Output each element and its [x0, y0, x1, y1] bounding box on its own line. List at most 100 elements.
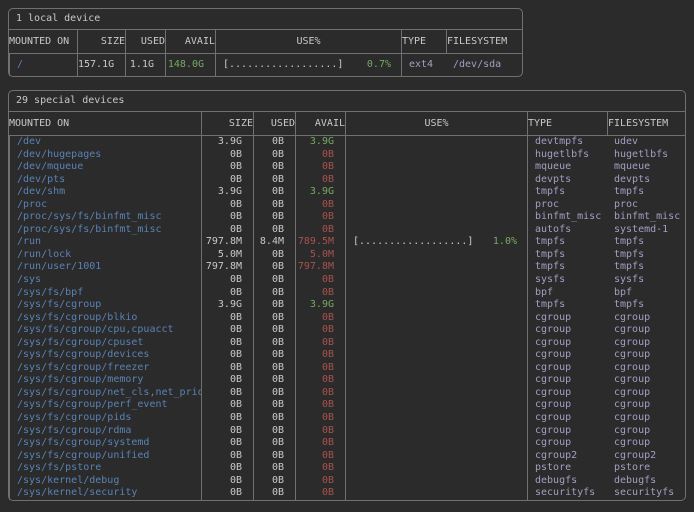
size-value: 0B	[201, 324, 253, 337]
col-header-use-percent: USE%	[345, 112, 527, 135]
filesystem-value: cgroup	[607, 362, 685, 375]
size-value: 0B	[201, 425, 253, 438]
filesystem-value: cgroup2	[607, 450, 685, 463]
type-value: cgroup	[527, 312, 607, 325]
size-value: 797.8M	[201, 261, 253, 274]
mount-path: /proc/sys/fs/binfmt_misc	[9, 211, 201, 224]
col-header-avail: AVAIL	[165, 30, 215, 53]
avail-value: 0B	[295, 211, 345, 224]
used-value: 0B	[253, 224, 295, 237]
local-table-header-row: MOUNTED ON SIZE USED AVAIL USE% TYPE FIL…	[9, 30, 522, 54]
size-value: 3.9G	[201, 136, 253, 149]
mount-path: /dev/shm	[9, 186, 201, 199]
usage-cell	[345, 462, 527, 475]
avail-value: 0B	[295, 274, 345, 287]
type-value: mqueue	[527, 161, 607, 174]
usage-cell	[345, 437, 527, 450]
type-value: devtmpfs	[527, 136, 607, 149]
filesystem-value: cgroup	[607, 399, 685, 412]
type-value: cgroup	[527, 437, 607, 450]
filesystem-value: bpf	[607, 287, 685, 300]
col-header-size: SIZE	[201, 112, 253, 135]
mount-path: /dev/hugepages	[9, 149, 201, 162]
usage-cell	[345, 450, 527, 463]
size-value: 3.9G	[201, 299, 253, 312]
mount-path: /sys/fs/cgroup/net_cls,net_prio	[9, 387, 201, 400]
col-header-filesystem: FILESYSTEM	[607, 112, 685, 135]
usage-cell	[345, 362, 527, 375]
mount-path: /run	[9, 236, 201, 249]
usage-cell	[345, 274, 527, 287]
size-value: 0B	[201, 224, 253, 237]
usage-cell	[345, 174, 527, 187]
mount-path: /sys/fs/bpf	[9, 287, 201, 300]
filesystem-value: debugfs	[607, 475, 685, 488]
avail-value: 0B	[295, 149, 345, 162]
avail-value: 0B	[295, 224, 345, 237]
used-value: 0B	[253, 324, 295, 337]
mount-path: /sys/fs/cgroup/memory	[9, 374, 201, 387]
avail-value: 0B	[295, 450, 345, 463]
type-value: cgroup	[527, 387, 607, 400]
usage-cell	[345, 337, 527, 350]
type-value: cgroup	[527, 374, 607, 387]
used-value: 0B	[253, 249, 295, 262]
avail-value: 3.9G	[295, 299, 345, 312]
col-header-use-percent: USE%	[215, 30, 401, 53]
usage-bar: [..................]	[353, 236, 473, 249]
avail-value: 0B	[295, 161, 345, 174]
used-value: 0B	[253, 299, 295, 312]
local-table-body: / 157.1G 1.1G 148.0G [..................…	[9, 54, 522, 76]
type-value: cgroup	[527, 425, 607, 438]
used-value: 0B	[253, 199, 295, 212]
avail-value: 789.5M	[295, 236, 345, 249]
usage-cell	[345, 299, 527, 312]
filesystem-value: cgroup	[607, 425, 685, 438]
mount-path: /sys/fs/cgroup/systemd	[9, 437, 201, 450]
mount-path: /sys/fs/cgroup/perf_event	[9, 399, 201, 412]
type-value: tmpfs	[527, 261, 607, 274]
size-value: 0B	[201, 475, 253, 488]
filesystem-value: pstore	[607, 462, 685, 475]
used-value: 0B	[253, 136, 295, 149]
size-value: 0B	[201, 349, 253, 362]
type-value: cgroup	[527, 324, 607, 337]
filesystem-value: cgroup	[607, 437, 685, 450]
col-header-used: USED	[253, 112, 295, 135]
used-value: 0B	[253, 399, 295, 412]
mount-path: /sys/fs/cgroup/blkio	[9, 312, 201, 325]
col-header-type: TYPE	[401, 30, 446, 53]
local-table-title: 1 local device	[9, 9, 522, 30]
usage-cell	[345, 487, 527, 500]
col-header-mounted-on: MOUNTED ON	[9, 112, 201, 135]
avail-value: 0B	[295, 374, 345, 387]
used-value: 0B	[253, 374, 295, 387]
size-value: 0B	[201, 487, 253, 500]
size-value: 0B	[201, 199, 253, 212]
avail-value: 0B	[295, 462, 345, 475]
usage-cell	[345, 399, 527, 412]
filesystem-value: systemd-1	[607, 224, 685, 237]
used-value: 0B	[253, 287, 295, 300]
type-value: hugetlbfs	[527, 149, 607, 162]
filesystem-value: /dev/sda	[446, 54, 522, 76]
mount-path: /sys/fs/cgroup/pids	[9, 412, 201, 425]
used-value: 0B	[253, 362, 295, 375]
type-value: cgroup	[527, 337, 607, 350]
size-value: 0B	[201, 174, 253, 187]
avail-value: 3.9G	[295, 136, 345, 149]
filesystem-value: cgroup	[607, 349, 685, 362]
filesystem-value: tmpfs	[607, 299, 685, 312]
usage-cell: [..................] 1.0%	[345, 236, 527, 249]
avail-value: 0B	[295, 387, 345, 400]
used-value: 0B	[253, 437, 295, 450]
type-value: autofs	[527, 224, 607, 237]
mount-path: /sys/fs/cgroup/rdma	[9, 425, 201, 438]
filesystem-value: cgroup	[607, 412, 685, 425]
filesystem-value: tmpfs	[607, 261, 685, 274]
usage-cell	[345, 324, 527, 337]
usage-cell	[345, 199, 527, 212]
special-table-title: 29 special devices	[9, 91, 685, 112]
type-value: securityfs	[527, 487, 607, 500]
mount-path: /proc	[9, 199, 201, 212]
